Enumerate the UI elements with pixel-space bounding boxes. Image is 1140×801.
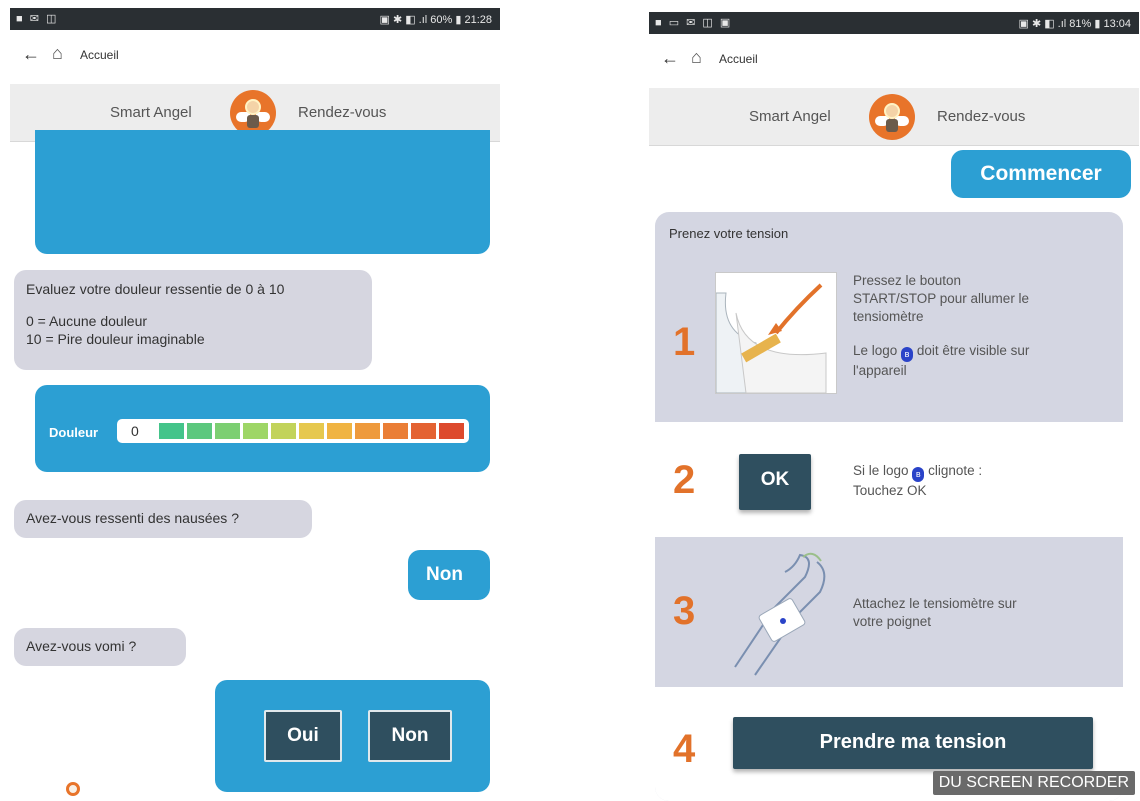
yes-button-label: Oui	[287, 725, 319, 746]
tab-smart-angel[interactable]: Smart Angel	[110, 104, 192, 121]
step-1-text: Pressez le bouton START/STOP pour allume…	[853, 272, 1029, 380]
bluetooth-icon: ʙ	[901, 347, 914, 362]
nausea-answer-bubble[interactable]: Non	[408, 550, 490, 600]
step-2-line: Si le logo	[853, 463, 909, 478]
card-title: Prenez votre tension	[669, 226, 789, 241]
nausea-question-text: Avez-vous ressenti des nausées ?	[26, 510, 239, 526]
left-phone-screen: ■ ✉ ◫ ▣ ✱ ◧ .ıl 60% ▮ 21:28 ← ⌂ Accueil …	[10, 0, 500, 801]
step-1-line: Le logo	[853, 343, 898, 358]
nav-title[interactable]: Accueil	[80, 48, 119, 62]
back-arrow-icon[interactable]: ←	[22, 44, 40, 65]
step-3-line: votre poignet	[853, 614, 932, 629]
status-icons: ■ ▭ ✉ ◫ ▣	[655, 17, 733, 29]
tab-smart-angel[interactable]: Smart Angel	[749, 108, 831, 125]
step-1-line: Pressez le bouton	[853, 273, 962, 288]
step-number: 2	[673, 458, 696, 502]
vomit-question-text: Avez-vous vomi ?	[26, 638, 137, 654]
status-text: ▣ ✱ ◧ .ıl 81% ▮ 13:04	[1018, 18, 1132, 30]
pain-question-text: Evaluez votre douleur ressentie de 0 à 1…	[26, 281, 285, 297]
status-bar: ■ ▭ ✉ ◫ ▣ ▣ ✱ ◧ .ıl 81% ▮ 13:04	[649, 12, 1139, 34]
step-1: 1 Pressez le bouton START/STOP pour allu…	[655, 260, 1123, 420]
step-2-line: Touchez OK	[853, 483, 927, 498]
step-3: 3 Attachez le tensiomètre sur votre poig…	[655, 537, 1123, 687]
step-1-line: tensiomètre	[853, 309, 924, 324]
pain-scale-segment[interactable]	[355, 423, 380, 439]
step-3-text: Attachez le tensiomètre sur votre poigne…	[853, 595, 1017, 631]
previous-answer-bubble	[35, 130, 490, 254]
step-2: 2 OK Si le logo ʙ clignote : Touchez OK	[655, 422, 1123, 537]
nausea-question-bubble: Avez-vous ressenti des nausées ?	[14, 500, 312, 538]
tab-rendez-vous[interactable]: Rendez-vous	[937, 108, 1025, 125]
nausea-answer-text: Non	[426, 564, 463, 585]
step-2-text: Si le logo ʙ clignote : Touchez OK	[853, 462, 982, 500]
pain-scale-segment[interactable]	[439, 423, 464, 439]
bluetooth-icon: ʙ	[912, 467, 925, 482]
pain-scale-segment[interactable]	[383, 423, 408, 439]
take-blood-pressure-button[interactable]: Prendre ma tension	[733, 717, 1093, 769]
pain-scale-max-text: 10 = Pire douleur imaginable	[26, 331, 205, 347]
no-button[interactable]: Non	[368, 710, 452, 762]
start-button[interactable]: Commencer	[951, 150, 1131, 198]
step-number: 3	[673, 589, 696, 633]
pain-slider[interactable]: 0	[117, 419, 469, 443]
pain-value: 0	[131, 423, 139, 439]
pain-scale-segment[interactable]	[187, 423, 212, 439]
yes-button[interactable]: Oui	[264, 710, 342, 762]
pain-scale-bubble: Douleur 0	[35, 385, 490, 472]
status-bar: ■ ✉ ◫ ▣ ✱ ◧ .ıl 60% ▮ 21:28	[10, 8, 500, 30]
step-1-logo-line: Le logo ʙ doit être visible sur	[853, 342, 1029, 362]
take-blood-pressure-label: Prendre ma tension	[819, 731, 1007, 753]
back-arrow-icon[interactable]: ←	[661, 48, 679, 69]
nav-bar: ← ⌂ Accueil	[649, 40, 1139, 80]
pain-scale-segment[interactable]	[327, 423, 352, 439]
blood-pressure-card: Prenez votre tension 1 Pressez le bouton…	[655, 212, 1123, 801]
pain-scale-segment[interactable]	[411, 423, 436, 439]
tab-rendez-vous[interactable]: Rendez-vous	[298, 104, 386, 121]
angel-logo-icon	[869, 94, 915, 140]
nav-title[interactable]: Accueil	[719, 52, 758, 66]
screen-recorder-watermark: DU SCREEN RECORDER	[932, 771, 1135, 795]
pain-scale-segment[interactable]	[299, 423, 324, 439]
ok-button[interactable]: OK	[739, 454, 811, 510]
pain-scale-label: Douleur	[49, 425, 99, 440]
step-number: 4	[673, 727, 696, 771]
start-button-label: Commencer	[980, 162, 1102, 185]
right-phone-screen: ■ ▭ ✉ ◫ ▣ ▣ ✱ ◧ .ıl 81% ▮ 13:04 ← ⌂ Accu…	[649, 0, 1139, 801]
vomit-question-bubble: Avez-vous vomi ?	[14, 628, 186, 666]
step-1-line: doit être visible sur	[916, 343, 1030, 358]
pain-scale-segment[interactable]	[215, 423, 240, 439]
status-text: ▣ ✱ ◧ .ıl 60% ▮ 21:28	[379, 14, 493, 26]
home-icon[interactable]: ⌂	[52, 43, 63, 64]
device-button-illustration	[715, 272, 837, 394]
pain-scale-segment[interactable]	[159, 423, 184, 439]
wrist-cuff-illustration	[725, 547, 835, 677]
pain-scale-segment[interactable]	[271, 423, 296, 439]
step-1-line: START/STOP pour allumer le	[853, 291, 1030, 306]
pain-scale-min-text: 0 = Aucune douleur	[26, 313, 148, 329]
status-icons: ■ ✉ ◫	[16, 13, 59, 25]
home-icon[interactable]: ⌂	[691, 47, 702, 68]
step-number: 1	[673, 320, 696, 364]
tab-bar: Smart Angel Rendez-vous	[649, 88, 1139, 146]
angel-avatar-icon	[66, 782, 80, 796]
vomit-answer-bubble: Oui Non	[215, 680, 490, 792]
no-button-label: Non	[391, 725, 429, 746]
nav-bar: ← ⌂ Accueil	[10, 36, 500, 76]
step-3-line: Attachez le tensiomètre sur	[853, 596, 1017, 611]
step-2-logo-line: Si le logo ʙ clignote :	[853, 462, 982, 482]
ok-button-label: OK	[760, 469, 790, 490]
step-1-line: l'appareil	[853, 363, 907, 378]
pain-scale-segment[interactable]	[243, 423, 268, 439]
step-2-line: clignote :	[928, 463, 983, 478]
pain-question-bubble: Evaluez votre douleur ressentie de 0 à 1…	[14, 270, 372, 370]
